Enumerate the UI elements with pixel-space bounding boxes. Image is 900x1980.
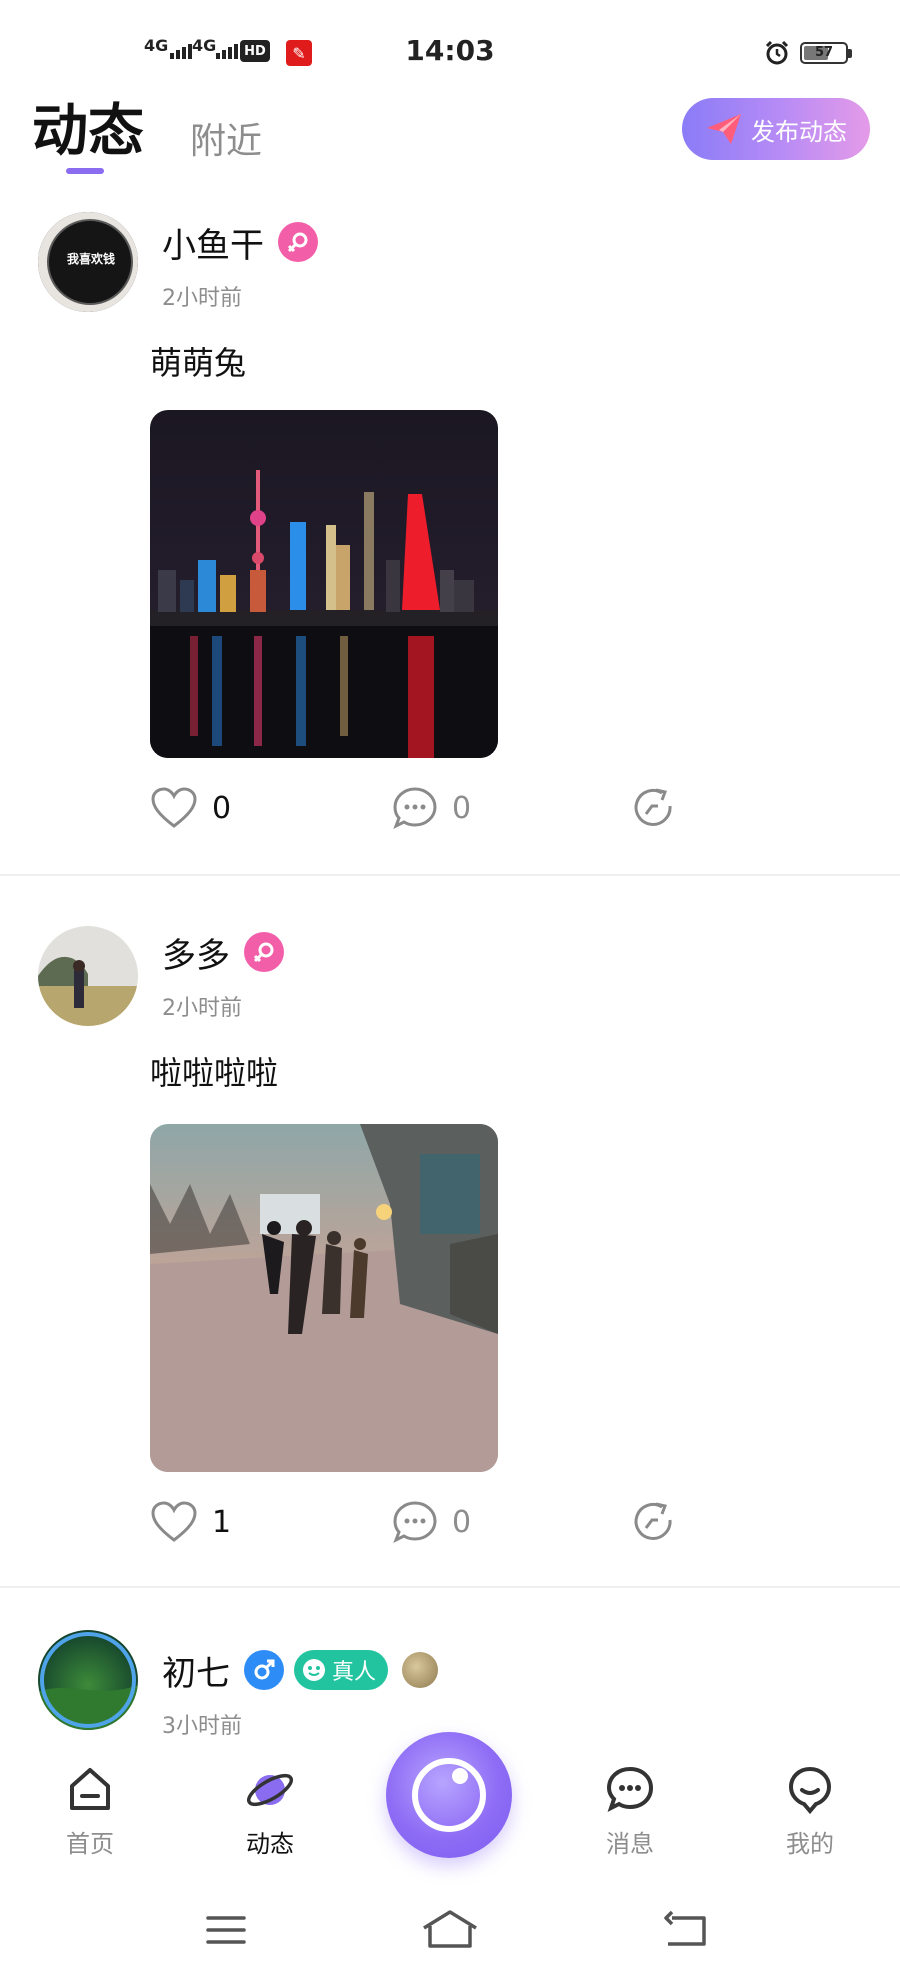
- nav-message[interactable]: 消息: [570, 1764, 690, 1859]
- comment-button[interactable]: 0: [392, 786, 471, 830]
- city-night-image: [150, 410, 498, 758]
- profile-icon: [788, 1766, 832, 1815]
- comment-icon: [393, 787, 437, 830]
- nav-dynamic-label: 动态: [246, 1830, 294, 1858]
- comment-button[interactable]: 0: [392, 1500, 471, 1544]
- nav-message-label: 消息: [606, 1830, 654, 1858]
- post-card: 多多 2小时前 啦啦啦啦 1 0: [0, 920, 900, 1588]
- username[interactable]: 多多: [162, 928, 230, 977]
- verified-badge: 真人: [294, 1650, 389, 1690]
- like-count: 1: [212, 1504, 232, 1540]
- avatar[interactable]: [38, 926, 138, 1026]
- share-icon: [634, 1502, 672, 1540]
- post-card: 我喜欢钱 小鱼干 2小时前 萌萌兔 0 0: [0, 206, 900, 874]
- verified-face-icon: [303, 1659, 325, 1681]
- publish-post-label: 发布动态: [751, 117, 847, 146]
- post-text: 萌萌兔: [150, 344, 247, 382]
- status-bar: 4G 4G HD ✎ 14:03 57: [0, 0, 900, 100]
- share-icon: [634, 788, 672, 826]
- system-nav-bar: [0, 1888, 900, 1980]
- avatar-image: [38, 926, 138, 1026]
- battery-level: 57: [814, 45, 834, 60]
- back-icon[interactable]: [662, 1908, 710, 1952]
- active-tab-indicator: [66, 168, 104, 174]
- message-icon: [606, 1766, 654, 1812]
- share-button[interactable]: [632, 786, 676, 830]
- post-time: 2小时前: [162, 996, 242, 1021]
- system-home-icon[interactable]: [420, 1906, 480, 1952]
- post-time: 3小时前: [162, 1714, 242, 1739]
- post-card: 初七 真人 3小时前: [0, 1630, 900, 1739]
- avatar-image: [38, 1630, 138, 1730]
- tab-nearby[interactable]: 附近: [190, 112, 262, 164]
- comment-count: 0: [452, 790, 472, 826]
- heart-icon: [151, 1501, 197, 1542]
- nav-home[interactable]: 首页: [30, 1764, 150, 1859]
- battery-icon: 57: [800, 42, 848, 64]
- post-photo[interactable]: [150, 410, 498, 758]
- medal-icon: [402, 1652, 438, 1688]
- nav-home-label: 首页: [66, 1830, 114, 1858]
- menu-icon[interactable]: [204, 1910, 248, 1950]
- male-icon: [244, 1650, 284, 1690]
- divider: [0, 1586, 900, 1588]
- nav-dynamic[interactable]: 动态: [210, 1764, 330, 1859]
- nav-profile[interactable]: 我的: [750, 1764, 870, 1859]
- like-button[interactable]: 0: [150, 786, 231, 830]
- post-time: 2小时前: [162, 286, 242, 311]
- female-icon: [278, 222, 318, 262]
- paper-plane-icon: [707, 114, 741, 144]
- divider: [0, 874, 900, 876]
- bottom-nav: 首页 动态 消息 我的: [0, 1732, 900, 1888]
- like-button[interactable]: 1: [150, 1500, 231, 1544]
- camera-center-icon: [412, 1758, 486, 1832]
- nav-profile-label: 我的: [786, 1830, 834, 1858]
- username[interactable]: 小鱼干: [162, 218, 264, 267]
- verified-label: 真人: [332, 1660, 377, 1685]
- snow-walk-image: [150, 1124, 498, 1472]
- heart-icon: [151, 787, 197, 828]
- home-icon: [70, 1768, 110, 1810]
- avatar-caption: 我喜欢钱: [66, 252, 115, 266]
- post-photo[interactable]: [150, 1124, 498, 1472]
- username[interactable]: 初七: [162, 1646, 230, 1695]
- avatar[interactable]: 我喜欢钱: [38, 212, 138, 312]
- share-button[interactable]: [632, 1500, 676, 1544]
- female-icon: [244, 932, 284, 972]
- tab-dynamic[interactable]: 动态: [32, 86, 144, 167]
- post-text: 啦啦啦啦: [150, 1054, 279, 1092]
- like-count: 0: [212, 790, 232, 826]
- center-camera-button[interactable]: [386, 1732, 512, 1858]
- comment-icon: [393, 1501, 437, 1544]
- avatar[interactable]: [38, 1630, 138, 1730]
- publish-post-button[interactable]: 发布动态: [682, 98, 870, 160]
- alarm-icon: [765, 40, 789, 65]
- planet-icon: [246, 1773, 294, 1807]
- comment-count: 0: [452, 1504, 472, 1540]
